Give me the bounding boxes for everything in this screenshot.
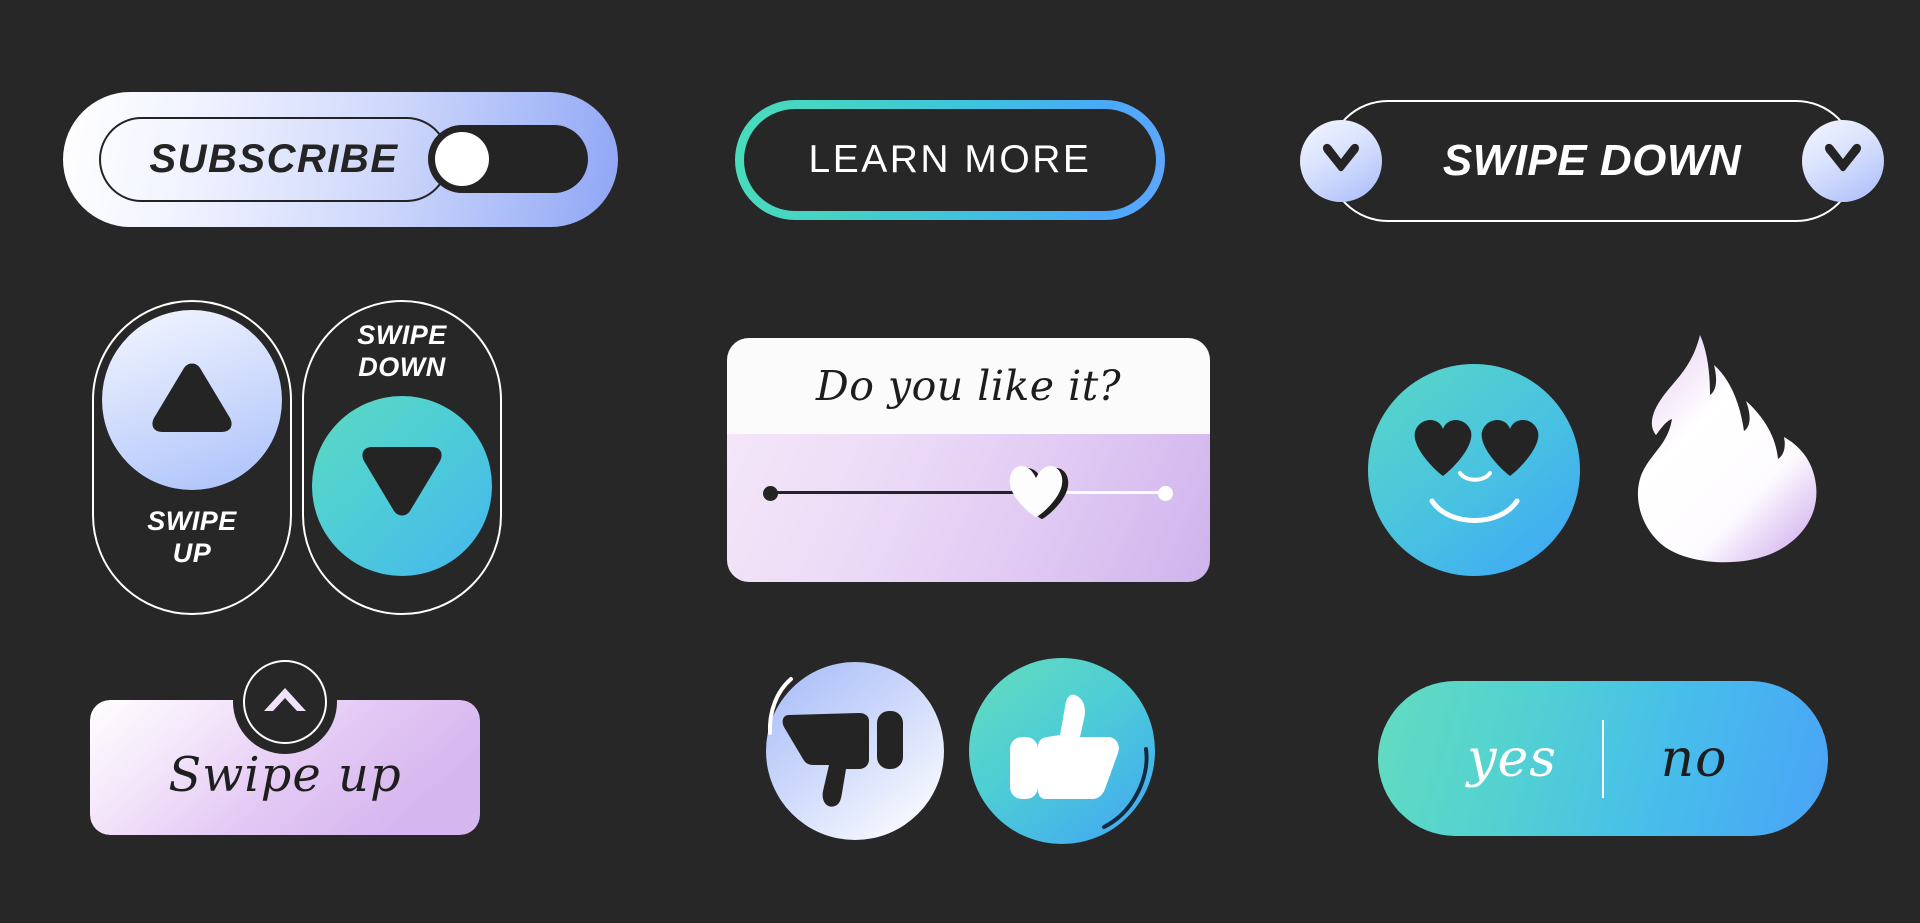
swipe-up-chevron-badge[interactable]	[243, 660, 327, 744]
subscribe-toggle-knob[interactable]	[435, 132, 489, 186]
no-option[interactable]: no	[1604, 729, 1784, 789]
swipe-up-label: SWIPE UP	[147, 506, 237, 570]
swipe-down-label-line1: SWIPE	[357, 320, 447, 350]
sticker-pack-canvas: SUBSCRIBE LEARN MORE SWIPE DOWN SWIPE UP…	[0, 0, 1920, 923]
like-slider-filled-track	[773, 491, 1033, 494]
like-slider-end-dot	[1158, 486, 1173, 501]
swipe-down-capsule-label: SWIPE DOWN	[357, 320, 447, 384]
swipe-down-capsule[interactable]: SWIPE DOWN	[302, 300, 502, 615]
chevron-down-icon	[1319, 142, 1363, 181]
swipe-down-circle[interactable]	[312, 395, 492, 576]
swipe-down-right-badge[interactable]	[1802, 120, 1884, 202]
like-card-title: Do you like it?	[815, 362, 1122, 410]
subscribe-label: SUBSCRIBE	[149, 137, 399, 181]
swipe-down-bar-label: SWIPE DOWN	[1442, 136, 1742, 185]
swipe-up-banner[interactable]: Swipe up	[90, 660, 480, 835]
heart-icon[interactable]	[1008, 464, 1070, 522]
subscribe-toggle-switch[interactable]	[428, 125, 588, 193]
chevron-up-icon	[262, 684, 308, 721]
yes-no-toggle[interactable]: yes no	[1378, 681, 1828, 836]
heart-eyes-emoji[interactable]	[1367, 363, 1582, 578]
swipe-down-bar[interactable]: SWIPE DOWN	[1300, 100, 1884, 222]
like-card-body	[727, 434, 1210, 582]
like-slider[interactable]	[763, 465, 1173, 519]
learn-more-button[interactable]: LEARN MORE	[735, 100, 1165, 220]
swipe-up-label-line1: SWIPE	[147, 506, 237, 536]
swipe-up-label-line2: UP	[172, 537, 212, 568]
swipe-down-label-line2: DOWN	[358, 351, 446, 382]
thumbs-down-button[interactable]	[765, 661, 945, 841]
learn-more-label: LEARN MORE	[808, 138, 1092, 181]
subscribe-button[interactable]: SUBSCRIBE	[63, 92, 618, 227]
yes-option[interactable]: yes	[1422, 729, 1602, 789]
swipe-down-left-badge[interactable]	[1300, 120, 1382, 202]
like-slider-start-dot	[763, 486, 778, 501]
subscribe-inner-outline: SUBSCRIBE	[99, 117, 449, 202]
like-card[interactable]: Do you like it?	[727, 338, 1210, 582]
flame-icon[interactable]	[1634, 333, 1822, 563]
thumbs-up-button[interactable]	[968, 657, 1156, 845]
swipe-up-circle[interactable]	[102, 310, 282, 490]
learn-more-face: LEARN MORE	[744, 109, 1156, 211]
swipe-up-capsule[interactable]: SWIPE UP	[92, 300, 292, 615]
triangle-up-icon	[146, 358, 238, 443]
triangle-down-icon	[356, 443, 448, 528]
like-card-header: Do you like it?	[727, 338, 1210, 434]
chevron-down-icon	[1821, 142, 1865, 181]
